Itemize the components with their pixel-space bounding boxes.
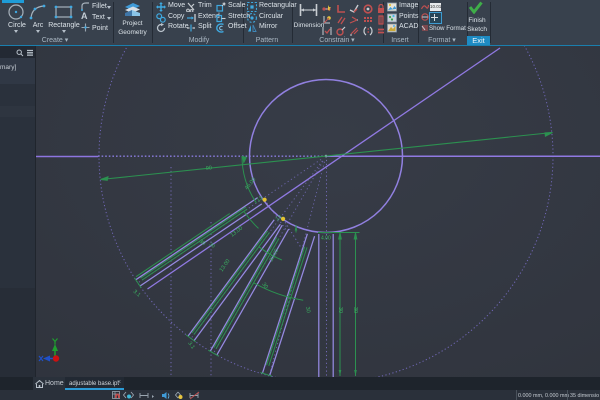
svg-text:30: 30 (304, 306, 311, 313)
svg-text:30: 30 (337, 307, 343, 313)
svg-text:30: 30 (352, 307, 358, 313)
svg-text:90: 90 (206, 165, 213, 172)
svg-text:4.00: 4.00 (321, 236, 331, 242)
